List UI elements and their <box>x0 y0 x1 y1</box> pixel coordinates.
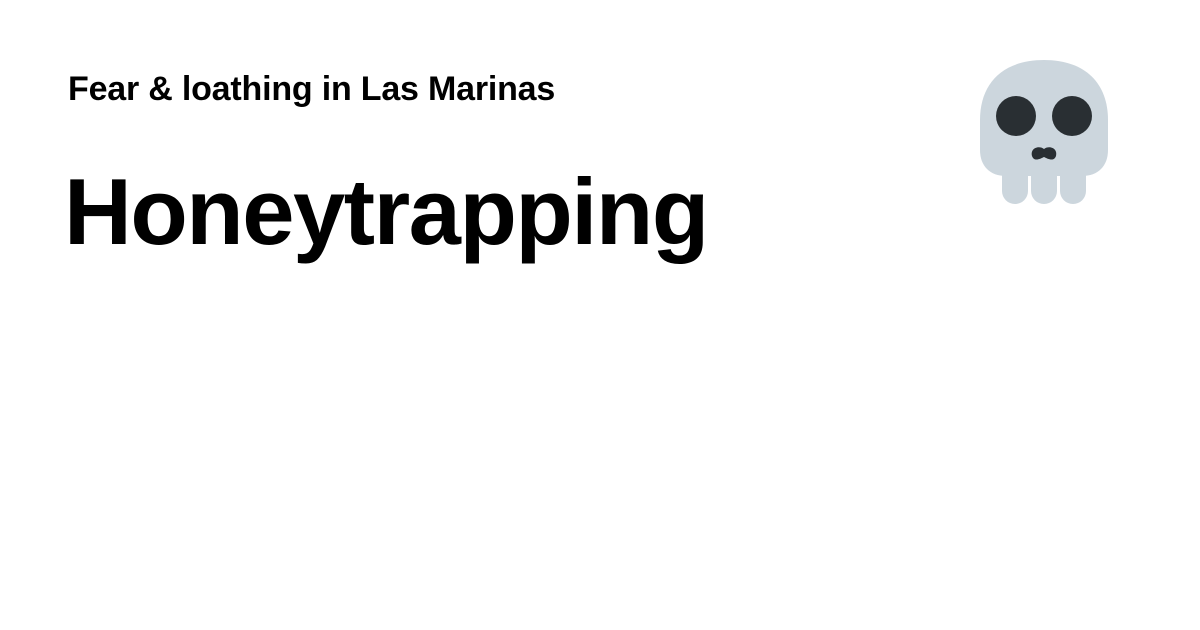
post-title: Honeytrapping <box>64 159 709 264</box>
blog-name: Fear & loathing in Las Marinas <box>68 70 556 108</box>
skull-icon <box>978 58 1110 208</box>
social-card: Fear & loathing in Las Marinas Honeytrap… <box>0 0 1200 630</box>
